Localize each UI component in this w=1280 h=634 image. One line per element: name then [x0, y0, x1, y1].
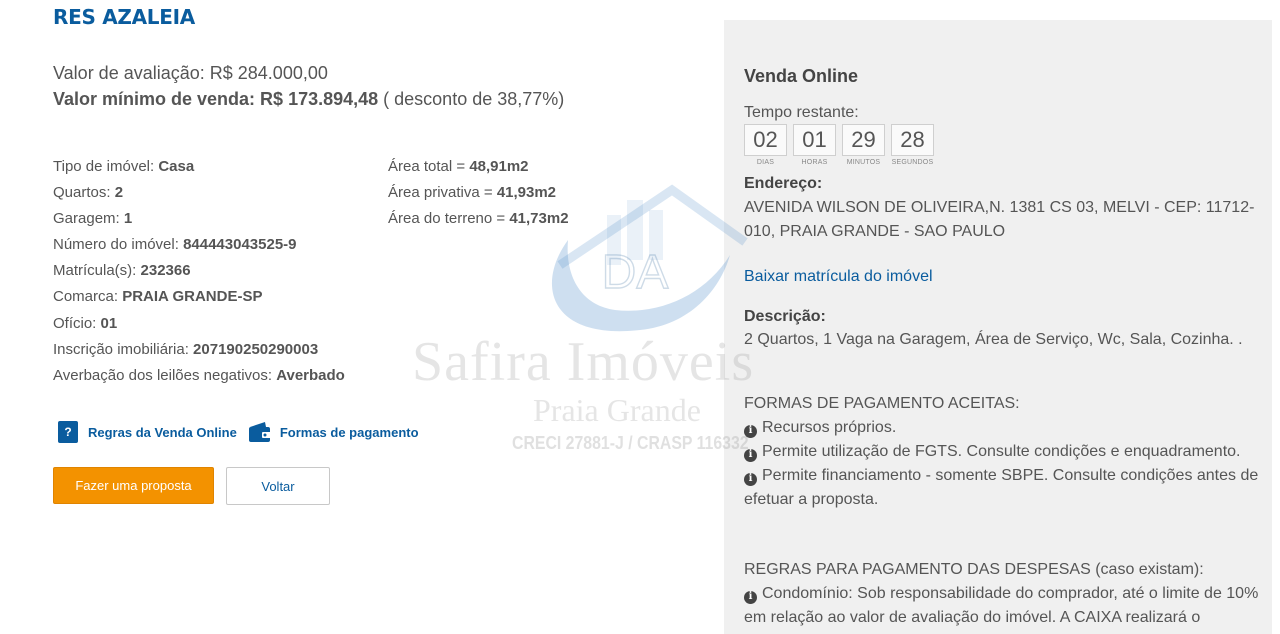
watermark-name: Safira Imóveis: [412, 331, 755, 393]
countdown-label: HORAS: [801, 159, 828, 166]
valor-minimo: Valor mínimo de venda: R$ 173.894,48 ( d…: [53, 89, 564, 110]
tempo-restante-label: Tempo restante:: [744, 104, 859, 121]
regras-item: i Condomínio: Sob responsabilidade do com…: [744, 582, 1259, 630]
formas-item-text: Permite utilização de FGTS. Consulte con…: [762, 443, 1241, 460]
detail-numero: Número do imóvel: 844443043525-9: [53, 232, 345, 258]
valor-avaliacao: Valor de avaliação: R$ 284.000,00: [53, 63, 328, 83]
countdown-label: MINUTOS: [846, 159, 881, 166]
property-title: RES AZALEIA: [53, 5, 195, 29]
area-privativa: Área privativa = 41,93m2: [388, 180, 569, 206]
countdown-label: SEGUNDOS: [891, 159, 934, 166]
countdown-minutes: 29 MINUTOS: [842, 124, 885, 166]
area-value: 48,91m2: [469, 158, 529, 175]
countdown-seconds: 28 SEGUNDOS: [891, 124, 934, 166]
countdown-value: 28: [891, 124, 934, 156]
area-label: Área privativa =: [388, 184, 497, 201]
regras-link[interactable]: ? Regras da Venda Online: [58, 421, 237, 443]
formas-link-label: Formas de pagamento: [279, 424, 419, 440]
area-value: 41,73m2: [509, 210, 569, 227]
info-icon: i: [744, 472, 757, 486]
formas-item-text: Recursos próprios.: [762, 419, 897, 436]
detail-tipo: Tipo de imóvel: Casa: [53, 154, 345, 180]
detail-quartos: Quartos: 2: [53, 180, 345, 206]
detail-label: Matrícula(s):: [53, 262, 141, 280]
formas-item: i Permite financiamento - somente SBPE. C…: [744, 464, 1259, 512]
countdown-value: 02: [744, 124, 787, 156]
watermark-creci: CRECI 27881-J / CRASP 116332: [512, 433, 749, 453]
voltar-button[interactable]: Voltar: [226, 467, 330, 505]
area-label: Área total =: [388, 158, 470, 175]
property-details: Tipo de imóvel: Casa Quartos: 2 Garagem:…: [53, 154, 345, 389]
detail-value: Averbado: [276, 366, 345, 384]
regras-link-label: Regras da Venda Online: [88, 424, 237, 440]
countdown-value: 29: [842, 124, 885, 156]
area-label: Área do terreno =: [388, 210, 510, 227]
detail-label: Inscrição imobiliária:: [53, 340, 194, 358]
detail-value: PRAIA GRANDE-SP: [122, 288, 263, 306]
area-total: Área total = 48,91m2: [388, 154, 569, 180]
detail-oficio: Ofício: 01: [53, 311, 345, 337]
countdown-hours: 01 HORAS: [793, 124, 836, 166]
detail-label: Número do imóvel:: [53, 236, 184, 254]
question-icon: ?: [58, 421, 78, 443]
detail-value: 207190250290003: [193, 340, 319, 358]
detail-value: 01: [100, 314, 118, 332]
formas-link[interactable]: Formas de pagamento: [237, 421, 419, 443]
countdown-label: DIAS: [756, 159, 775, 166]
info-links: ? Regras da Venda Online Formas de pagam…: [58, 421, 419, 443]
endereco-text: AVENIDA WILSON DE OLIVEIRA,N. 1381 CS 03…: [744, 199, 1255, 240]
detail-value: 2: [114, 184, 124, 202]
regras-despesas-title: REGRAS PARA PAGAMENTO DAS DESPESAS (caso…: [744, 561, 1204, 578]
venda-online-panel: Venda Online Tempo restante: 02 DIAS 01 …: [724, 20, 1272, 634]
detail-label: Averbação dos leilões negativos:: [53, 366, 277, 384]
countdown-days: 02 DIAS: [744, 124, 787, 166]
wallet-icon: [248, 421, 272, 443]
detail-inscricao: Inscrição imobiliária: 207190250290003: [53, 337, 345, 363]
desconto: ( desconto de 38,77%): [378, 89, 565, 109]
valor-minimo-amount: Valor mínimo de venda: R$ 173.894,48: [53, 89, 379, 109]
detail-label: Ofício:: [53, 314, 101, 332]
formas-item-text: Permite financiamento - somente SBPE. Co…: [744, 467, 1259, 508]
detail-garagem: Garagem: 1: [53, 206, 345, 232]
descricao-label: Descrição:: [744, 308, 826, 325]
baixar-matricula-link[interactable]: Baixar matrícula do imóvel: [744, 268, 933, 286]
detail-value: 1: [123, 210, 133, 228]
descricao-text: 2 Quartos, 1 Vaga na Garagem, Área de Se…: [744, 331, 1243, 348]
detail-label: Quartos:: [53, 184, 115, 202]
formas-item: i Permite utilização de FGTS. Consulte co…: [744, 440, 1259, 464]
panel-title: Venda Online: [744, 66, 859, 86]
area-terreno: Área do terreno = 41,73m2: [388, 206, 569, 232]
detail-value: 232366: [140, 262, 191, 280]
property-areas: Área total = 48,91m2 Área privativa = 41…: [388, 154, 569, 232]
detail-value: Casa: [158, 158, 195, 175]
info-icon: i: [744, 590, 757, 604]
watermark-city: Praia Grande: [533, 392, 701, 428]
area-value: 41,93m2: [496, 184, 557, 201]
detail-comarca: Comarca: PRAIA GRANDE-SP: [53, 284, 345, 310]
fazer-proposta-button[interactable]: Fazer uma proposta: [53, 467, 214, 504]
countdown: 02 DIAS 01 HORAS 29 MINUTOS 28 SEGUNDOS: [744, 124, 940, 166]
regras-despesas-section: REGRAS PARA PAGAMENTO DAS DESPESAS (caso…: [744, 558, 1259, 630]
detail-value: 844443043525-9: [183, 236, 297, 254]
detail-averbacao: Averbação dos leilões negativos: Averbad…: [53, 363, 345, 389]
regras-item-text: Condomínio: Sob responsabilidade do comp…: [744, 585, 1259, 626]
detail-matricula: Matrícula(s): 232366: [53, 258, 345, 284]
formas-pagamento-section: FORMAS DE PAGAMENTO ACEITAS: i Recursos p…: [744, 392, 1259, 512]
formas-item: i Recursos próprios.: [744, 416, 1259, 440]
formas-pagamento-title: FORMAS DE PAGAMENTO ACEITAS:: [744, 395, 1020, 412]
watermark-logo-text: DA: [602, 246, 669, 299]
countdown-value: 01: [793, 124, 836, 156]
detail-label: Garagem:: [53, 210, 124, 228]
detail-label: Tipo de imóvel:: [53, 158, 159, 175]
detail-label: Comarca:: [53, 288, 123, 306]
endereco-label: Endereço:: [744, 175, 823, 192]
